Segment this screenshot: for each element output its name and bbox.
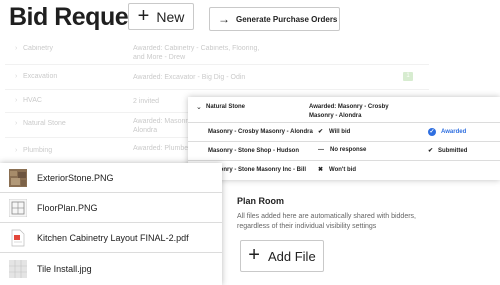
add-file-button[interactable]: + Add File bbox=[240, 240, 324, 272]
check-icon: ✔ bbox=[428, 148, 434, 154]
table-row-award: Awarded: Excavator - Big Dig - Odin bbox=[133, 74, 246, 81]
count-badge: 1 bbox=[403, 72, 413, 81]
file-item[interactable]: Tile Install.jpg bbox=[0, 253, 222, 285]
blueprint-thumbnail-icon bbox=[9, 198, 27, 217]
file-item[interactable]: ExteriorStone.PNG bbox=[0, 163, 222, 193]
chevron-down-icon[interactable]: ⌄ bbox=[196, 103, 202, 111]
file-item[interactable]: Kitchen Cabinetry Layout FINAL-2.pdf bbox=[0, 223, 222, 253]
bid-outcome-label: Submitted bbox=[438, 147, 468, 154]
new-button-label: New bbox=[156, 8, 185, 25]
bid-status: ✖ Won't bid bbox=[318, 166, 357, 174]
table-row-name: Natural Stone bbox=[23, 120, 66, 127]
vendor-row[interactable]: Masonry - Stone Masonry Inc - Bill ✖ Won… bbox=[188, 161, 500, 180]
table-row-excavation[interactable]: › Excavation Awarded: Excavator - Big Di… bbox=[5, 66, 429, 90]
trade-award: Awarded: Masonry - Crosby Masonry - Alon… bbox=[309, 104, 389, 119]
arrow-right-icon: → bbox=[218, 12, 230, 26]
plus-icon: + bbox=[248, 244, 260, 266]
vendor-name: Masonry - Stone Shop - Hudson bbox=[208, 148, 299, 154]
bid-outcome: ✔ Submitted bbox=[428, 147, 468, 155]
page-header: Bid Requests + New → Generate Purchase O… bbox=[0, 0, 500, 38]
bid-status: ✔ Will bid bbox=[318, 128, 351, 136]
table-row-name: Excavation bbox=[23, 73, 58, 80]
file-name: ExteriorStone.PNG bbox=[37, 172, 114, 183]
table-row-name: Cabinetry bbox=[23, 45, 53, 52]
table-row-award: Awarded: Cabinetry - Cabinets, Flooring,… bbox=[133, 45, 260, 61]
bid-status-label: No response bbox=[330, 147, 367, 153]
bid-status: — No response bbox=[318, 147, 366, 153]
plan-room-description: All files added here are automatically s… bbox=[237, 213, 416, 230]
table-row-name: HVAC bbox=[23, 97, 42, 104]
check-icon: ✔ bbox=[318, 129, 324, 135]
vendor-row[interactable]: Masonry - Stone Shop - Hudson — No respo… bbox=[188, 142, 500, 161]
x-icon: ✖ bbox=[318, 167, 324, 173]
chevron-right-icon: › bbox=[15, 147, 18, 154]
pdf-file-icon bbox=[11, 229, 25, 246]
vendor-row[interactable]: Masonry - Crosby Masonry - Alondra ✔ Wil… bbox=[188, 123, 500, 142]
bid-status-label: Won't bid bbox=[329, 166, 357, 173]
new-button[interactable]: + New bbox=[128, 3, 194, 30]
dash-icon: — bbox=[318, 147, 324, 153]
chevron-right-icon: › bbox=[15, 73, 18, 80]
table-row-cabinetry[interactable]: › Cabinetry Awarded: Cabinetry - Cabinet… bbox=[5, 40, 429, 65]
vendor-name: Masonry - Crosby Masonry - Alondra bbox=[208, 129, 313, 135]
files-list-panel: ExteriorStone.PNG FloorPlan.PNG Kitchen … bbox=[0, 163, 222, 285]
file-name: FloorPlan.PNG bbox=[37, 202, 98, 213]
chevron-right-icon: › bbox=[15, 97, 18, 104]
vendor-name: Masonry - Stone Masonry Inc - Bill bbox=[208, 167, 307, 173]
file-item[interactable]: FloorPlan.PNG bbox=[0, 193, 222, 223]
chevron-right-icon: › bbox=[15, 120, 18, 127]
add-file-label: Add File bbox=[267, 248, 316, 264]
bid-outcome-label: Awarded bbox=[441, 129, 467, 135]
natural-stone-panel: ⌄ Natural Stone Awarded: Masonry - Crosb… bbox=[188, 97, 500, 180]
check-circle-icon: ✓ bbox=[428, 128, 436, 136]
generate-button-label: Generate Purchase Orders bbox=[236, 14, 338, 24]
bid-outcome: ✓ Awarded bbox=[428, 128, 466, 136]
file-name: Kitchen Cabinetry Layout FINAL-2.pdf bbox=[37, 232, 189, 243]
table-row-name: Plumbing bbox=[23, 147, 53, 154]
file-name: Tile Install.jpg bbox=[37, 264, 92, 274]
trade-name: Natural Stone bbox=[206, 104, 246, 110]
chevron-right-icon: › bbox=[15, 45, 18, 52]
plus-icon: + bbox=[137, 4, 150, 27]
natural-stone-header[interactable]: ⌄ Natural Stone Awarded: Masonry - Crosb… bbox=[188, 97, 500, 123]
tile-thumbnail-icon bbox=[9, 260, 27, 278]
bid-status-label: Will bid bbox=[329, 128, 351, 135]
plan-room-title: Plan Room bbox=[237, 196, 285, 206]
image-thumbnail-icon bbox=[9, 168, 27, 187]
generate-purchase-orders-button[interactable]: → Generate Purchase Orders bbox=[209, 7, 340, 31]
